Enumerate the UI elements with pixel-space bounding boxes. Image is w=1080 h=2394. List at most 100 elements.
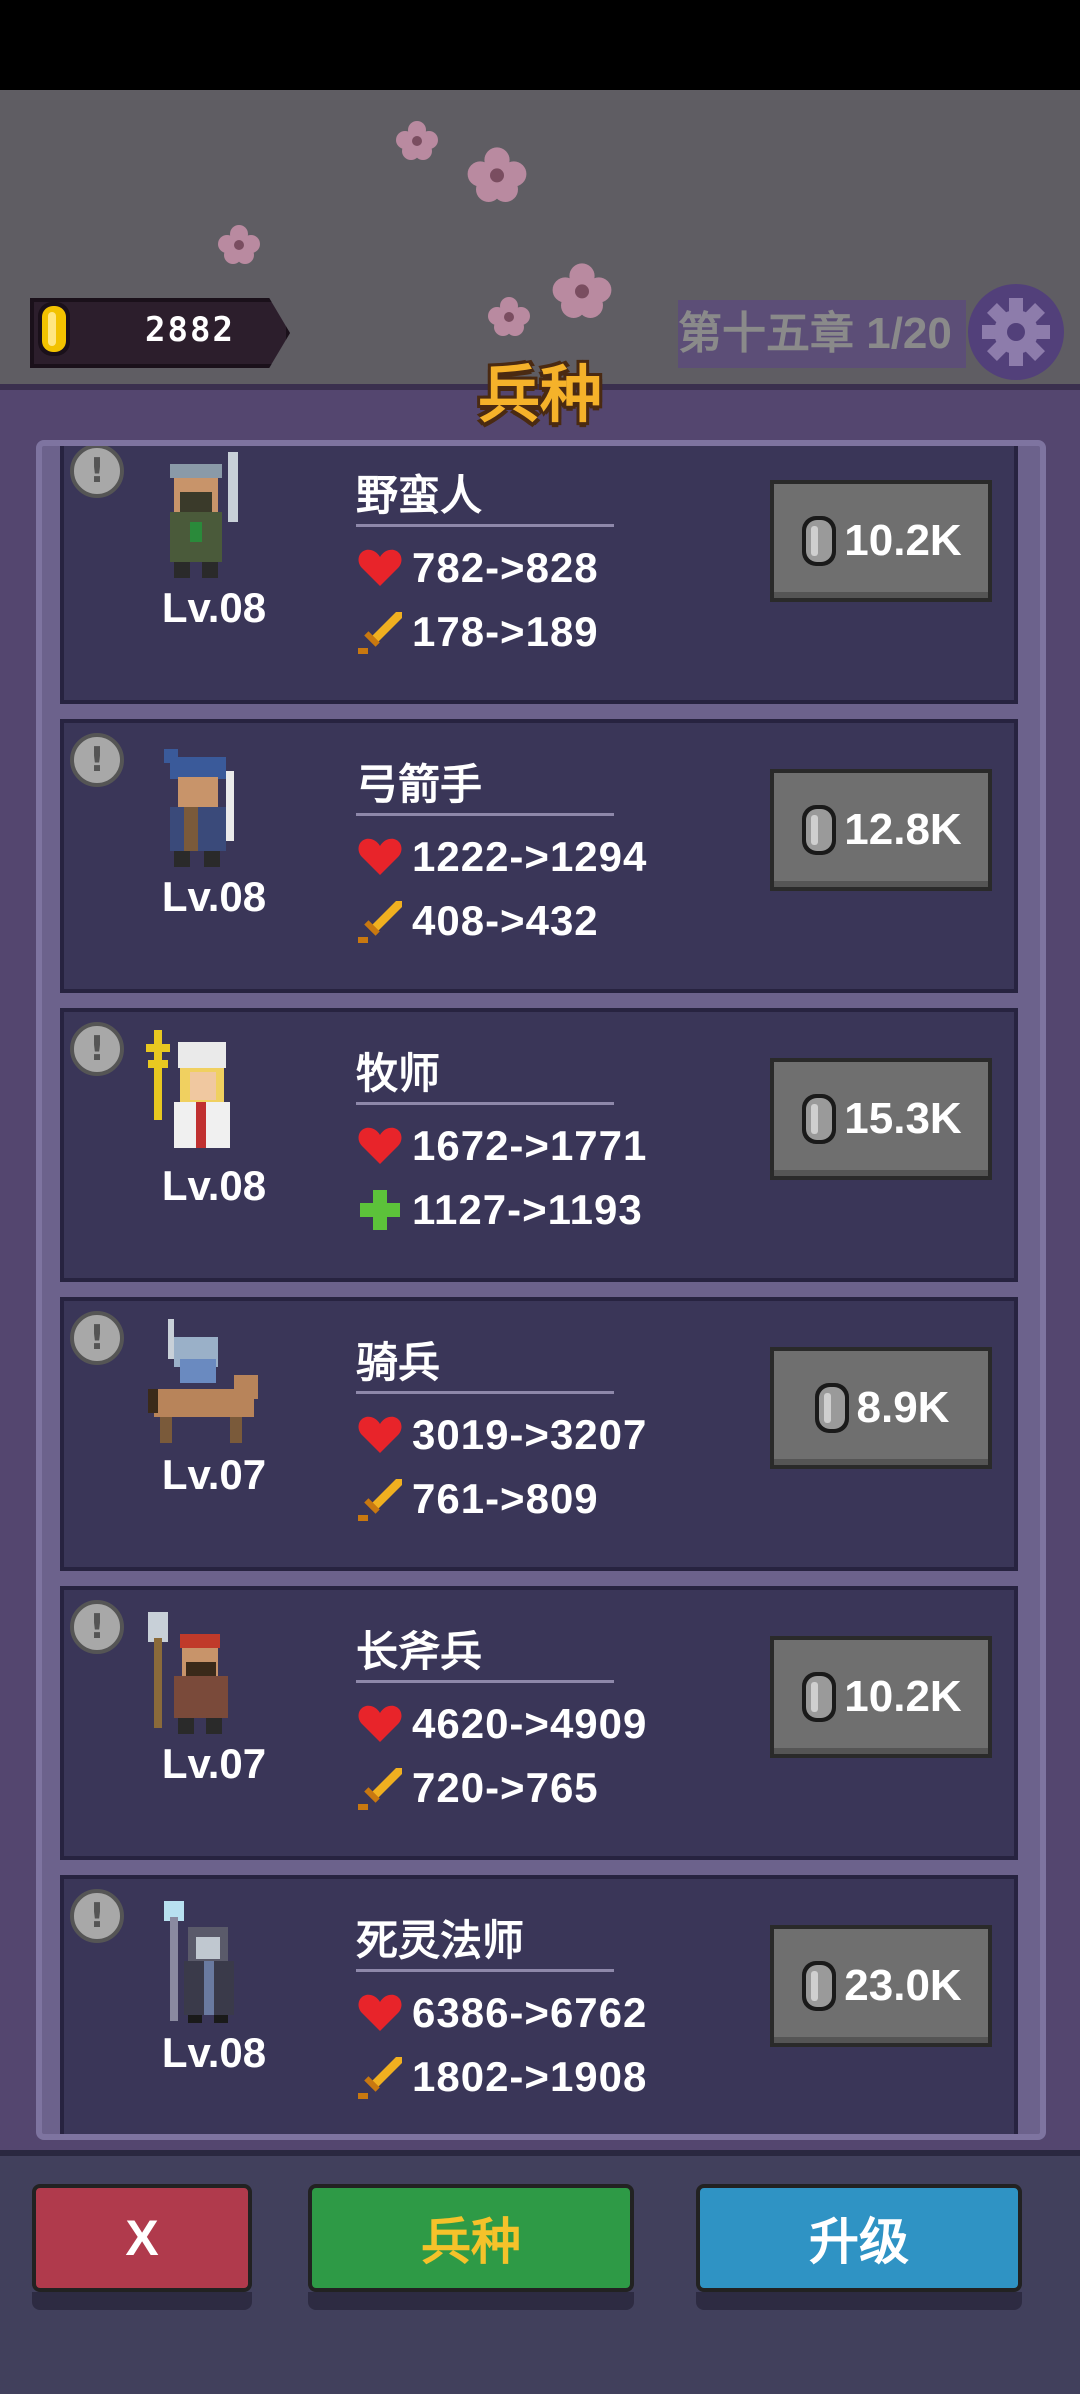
secondary-stat-value: 720->765 [412, 1764, 599, 1811]
hp-stat: 1672->1771 [356, 1120, 647, 1172]
unit-row: ! Lv.08 牧师 1672->1771 1127->1193 15.3K [60, 1008, 1018, 1282]
unit-sprite-icon [144, 1030, 264, 1160]
secondary-stat: 1802->1908 [356, 2051, 647, 2103]
unit-name: 弓箭手 [356, 760, 483, 809]
silver-coin-icon [800, 1670, 838, 1724]
heart-icon [356, 544, 404, 592]
flower-decoration [552, 263, 612, 318]
unit-name: 牧师 [356, 1049, 441, 1098]
silver-coin-icon [800, 803, 838, 857]
unit-row: ! Lv.08 死灵法师 6386->6762 1802->1908 23.0K [60, 1875, 1018, 2134]
secondary-stat-value: 178->189 [412, 608, 599, 655]
unit-name: 骑兵 [356, 1338, 441, 1387]
info-alert-icon[interactable]: ! [70, 1311, 124, 1365]
silver-coin-icon [813, 1381, 851, 1435]
info-alert-icon[interactable]: ! [70, 733, 124, 787]
status-bar [0, 0, 1080, 90]
upgrade-cost: 23.0K [844, 1961, 962, 2010]
unit-list[interactable]: ! Lv.08 野蛮人 782->828 178->189 10.2K! Lv.08 弓箭手 1… [36, 440, 1046, 2140]
unit-level: Lv.08 [161, 1162, 267, 1209]
upgrade-cost-button[interactable]: 8.9K [770, 1347, 992, 1469]
unit-row: ! Lv.07 骑兵 3019->3207 761->809 8.9K [60, 1297, 1018, 1571]
info-alert-icon[interactable]: ! [70, 1600, 124, 1654]
settings-button[interactable] [968, 284, 1064, 380]
unit-level: Lv.08 [161, 2029, 267, 2076]
name-divider [356, 1969, 614, 1972]
gold-coin-icon [38, 302, 70, 356]
unit-level: Lv.07 [161, 1451, 267, 1498]
unit-name: 长斧兵 [356, 1627, 483, 1676]
unit-row: ! Lv.08 野蛮人 782->828 178->189 10.2K [60, 446, 1018, 704]
unit-sprite-icon [144, 1897, 264, 2027]
secondary-stat: 1127->1193 [356, 1184, 643, 1236]
heart-icon [356, 1122, 404, 1170]
hp-value: 1222->1294 [412, 833, 648, 880]
heart-icon [356, 1700, 404, 1748]
info-alert-icon[interactable]: ! [70, 1022, 124, 1076]
heal-cross-icon [356, 1186, 404, 1234]
hp-value: 782->828 [412, 544, 599, 591]
upgrade-cost-button[interactable]: 12.8K [770, 769, 992, 891]
flower-decoration [396, 121, 438, 160]
units-tab-button[interactable]: 兵种 [308, 2184, 634, 2310]
secondary-stat: 761->809 [356, 1473, 599, 1525]
silver-coin-icon [800, 514, 838, 568]
name-divider [356, 1680, 614, 1683]
name-divider [356, 1391, 614, 1394]
sword-icon [356, 2053, 404, 2101]
secondary-stat: 178->189 [356, 606, 599, 658]
upgrade-cost-button[interactable]: 23.0K [770, 1925, 992, 2047]
hp-stat: 3019->3207 [356, 1409, 647, 1461]
silver-coin-icon [800, 1092, 838, 1146]
silver-coin-icon [800, 1959, 838, 2013]
flower-decoration [467, 147, 527, 202]
upgrade-cost: 10.2K [844, 1672, 962, 1721]
hp-value: 3019->3207 [412, 1411, 648, 1458]
hp-stat: 782->828 [356, 542, 599, 594]
upgrade-cost-button[interactable]: 10.2K [770, 1636, 992, 1758]
name-divider [356, 524, 614, 527]
coin-amount: 2882 [145, 310, 235, 350]
hp-value: 1672->1771 [412, 1122, 648, 1169]
name-divider [356, 1102, 614, 1105]
flower-decoration [488, 297, 530, 336]
unit-row: ! Lv.07 长斧兵 4620->4909 720->765 10.2K [60, 1586, 1018, 1860]
hp-value: 6386->6762 [412, 1989, 648, 2036]
upgrade-cost-button[interactable]: 10.2K [770, 480, 992, 602]
flower-decoration [218, 225, 260, 264]
name-divider [356, 813, 614, 816]
unit-level: Lv.07 [161, 1740, 267, 1787]
upgrade-cost: 8.9K [856, 1383, 950, 1432]
sword-icon [356, 608, 404, 656]
heart-icon [356, 833, 404, 881]
info-alert-icon[interactable]: ! [70, 1889, 124, 1943]
unit-level: Lv.08 [161, 584, 267, 631]
hp-value: 4620->4909 [412, 1700, 648, 1747]
unit-name: 野蛮人 [356, 471, 483, 520]
info-alert-icon[interactable]: ! [70, 446, 124, 498]
unit-row: ! Lv.08 弓箭手 1222->1294 408->432 12.8K [60, 719, 1018, 993]
sword-icon [356, 1764, 404, 1812]
unit-sprite-icon [144, 1319, 264, 1449]
heart-icon [356, 1411, 404, 1459]
secondary-stat-value: 1127->1193 [412, 1186, 643, 1233]
unit-sprite-icon [144, 741, 264, 871]
hp-stat: 6386->6762 [356, 1987, 647, 2039]
unit-sprite-icon [144, 452, 264, 582]
panel-title: 兵种 [477, 358, 602, 431]
unit-level: Lv.08 [161, 873, 267, 920]
hp-stat: 4620->4909 [356, 1698, 647, 1750]
hp-stat: 1222->1294 [356, 831, 647, 883]
upgrade-tab-button[interactable]: 升级 [696, 2184, 1022, 2310]
sword-icon [356, 1475, 404, 1523]
secondary-stat: 720->765 [356, 1762, 599, 1814]
sword-icon [356, 897, 404, 945]
secondary-stat: 408->432 [356, 895, 599, 947]
close-button[interactable]: X [32, 2184, 252, 2310]
upgrade-cost: 15.3K [844, 1094, 962, 1143]
secondary-stat-value: 408->432 [412, 897, 599, 944]
secondary-stat-value: 1802->1908 [412, 2053, 648, 2100]
upgrade-cost-button[interactable]: 15.3K [770, 1058, 992, 1180]
secondary-stat-value: 761->809 [412, 1475, 599, 1522]
heart-icon [356, 1989, 404, 2037]
